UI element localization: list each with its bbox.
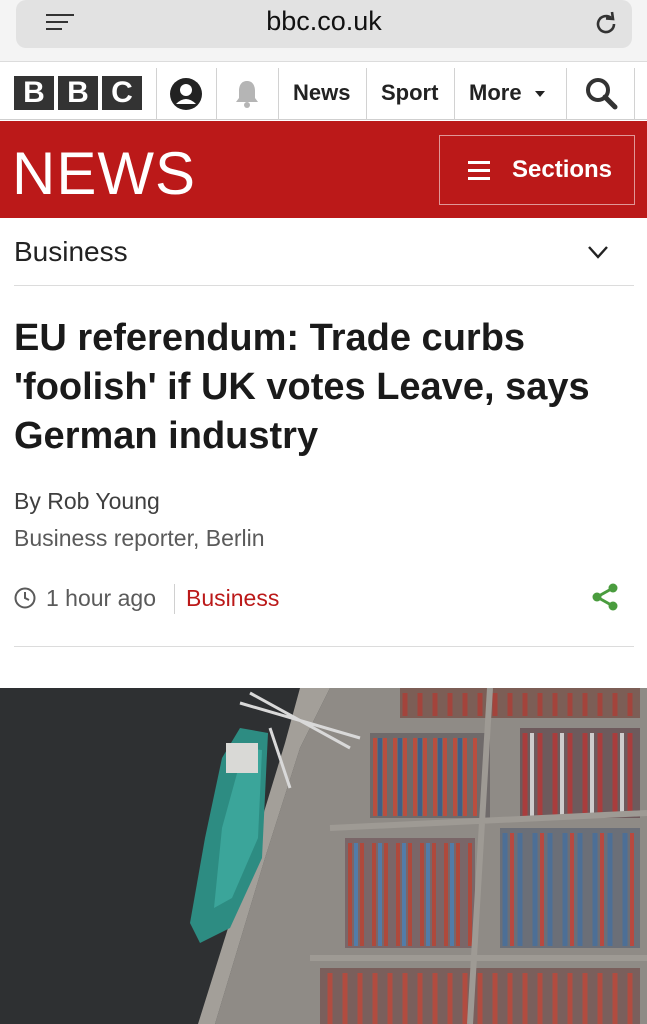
- sections-label: Sections: [512, 156, 613, 183]
- divider: [14, 646, 634, 647]
- account-icon[interactable]: [168, 76, 204, 112]
- meta-divider: [174, 584, 175, 614]
- article-meta: 1 hour ago Business: [14, 582, 634, 616]
- nav-more-label: More: [469, 80, 522, 105]
- nav-sport-link[interactable]: Sport: [381, 80, 438, 106]
- browser-toolbar: bbc.co.uk: [0, 0, 647, 62]
- news-wordmark[interactable]: NEWS: [12, 139, 196, 208]
- section-name: Business: [14, 236, 128, 267]
- address-bar[interactable]: bbc.co.uk: [16, 0, 632, 48]
- nav-more-link[interactable]: More: [469, 80, 546, 106]
- sections-button[interactable]: Sections: [439, 135, 635, 205]
- global-navigation: B B C News Sport More: [0, 64, 647, 120]
- nav-divider: [278, 68, 279, 120]
- nav-news-link[interactable]: News: [293, 80, 350, 106]
- clock-icon: [14, 587, 36, 609]
- nav-divider: [634, 68, 635, 120]
- notifications-bell-icon[interactable]: [230, 76, 264, 110]
- nav-divider: [366, 68, 367, 120]
- news-banner: NEWS Sections: [0, 121, 647, 218]
- logo-letter: B: [14, 76, 54, 110]
- section-selector[interactable]: Business: [14, 218, 634, 286]
- port-image-illustration: [0, 688, 647, 1024]
- url-text[interactable]: bbc.co.uk: [16, 6, 632, 37]
- article-hero-image[interactable]: [0, 688, 647, 1024]
- search-icon[interactable]: [584, 76, 618, 110]
- share-icon[interactable]: [590, 582, 620, 612]
- reload-icon[interactable]: [592, 10, 620, 38]
- nav-divider: [454, 68, 455, 120]
- chevron-down-icon: [588, 246, 608, 259]
- nav-divider: [156, 68, 157, 120]
- author-role: Business reporter, Berlin: [14, 525, 265, 551]
- bbc-logo[interactable]: B B C: [14, 76, 142, 110]
- hamburger-icon: [468, 161, 490, 185]
- nav-divider: [216, 68, 217, 120]
- logo-letter: B: [58, 76, 98, 110]
- section-link[interactable]: Business: [186, 585, 279, 612]
- logo-letter: C: [102, 76, 142, 110]
- nav-divider: [566, 68, 567, 120]
- author-name: By Rob Young: [14, 488, 160, 514]
- caret-down-icon: [534, 91, 545, 98]
- timestamp: 1 hour ago: [46, 585, 156, 611]
- article-headline: EU referendum: Trade curbs 'foolish' if …: [14, 317, 590, 457]
